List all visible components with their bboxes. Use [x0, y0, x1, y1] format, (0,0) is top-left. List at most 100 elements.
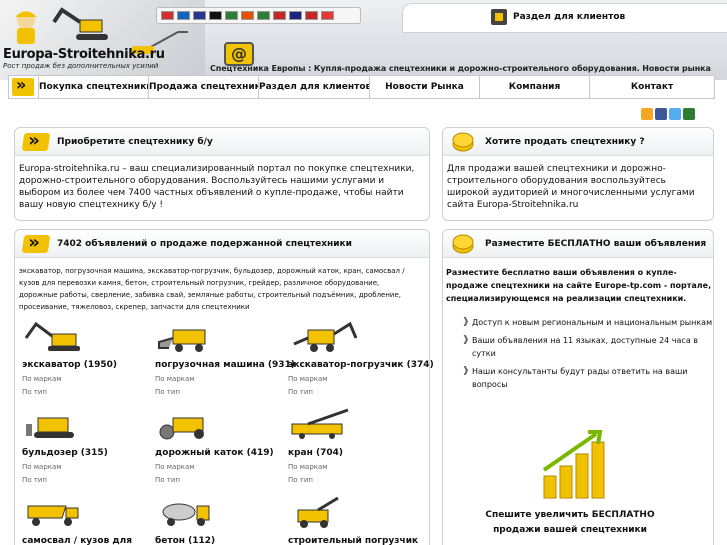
machine-card: экскаватор-погрузчик (374) По маркам По ти…: [288, 320, 434, 398]
language-flag-icon[interactable]: [305, 11, 318, 20]
client-section-tab[interactable]: Раздел для клиентов: [402, 3, 727, 33]
machine-image-icon[interactable]: [288, 496, 358, 528]
facebook-icon[interactable]: [655, 108, 667, 120]
language-flag-icon[interactable]: [289, 11, 302, 20]
machine-card: строительный погрузчик: [288, 496, 420, 545]
home-arrow-icon: [12, 75, 34, 96]
by-brand-link[interactable]: По маркам: [155, 374, 287, 385]
machine-card: самосвал / кузов для: [22, 496, 154, 545]
client-icon: [491, 9, 507, 25]
machine-image-icon[interactable]: [155, 320, 225, 352]
machine-link[interactable]: экскаватор-погрузчик (374): [288, 360, 434, 370]
by-brand-link[interactable]: По маркам: [155, 462, 287, 473]
machine-image-icon[interactable]: [22, 496, 92, 528]
machine-card: бульдозер (315) По маркам По тип: [22, 408, 154, 486]
machine-image-icon[interactable]: [288, 408, 358, 440]
sell-box-header: Хотите продать спецтехнику ?: [443, 128, 713, 156]
machine-image-icon[interactable]: [22, 320, 92, 352]
language-flag-icon[interactable]: [241, 11, 254, 20]
machine-link[interactable]: бульдозер (315): [22, 448, 154, 458]
by-type-link[interactable]: По тип: [288, 475, 420, 486]
coins-icon: [452, 234, 474, 254]
machine-image-icon[interactable]: [22, 408, 92, 440]
nav-news[interactable]: Новости Рынка: [370, 76, 480, 98]
language-flag-icon[interactable]: [273, 11, 286, 20]
buy-box-title: Приобретите спецтехнику б/у: [57, 137, 213, 147]
listings-box-header: 7402 объявлений о продаже подержанной сп…: [15, 230, 429, 258]
buy-box-header: Приобретите спецтехнику б/у: [15, 128, 429, 156]
arrow-badge-icon: [21, 235, 51, 253]
nav-buy[interactable]: Покупка спецтехники: [39, 76, 149, 98]
machine-link[interactable]: дорожный каток (419): [155, 448, 287, 458]
language-flag-icon[interactable]: [257, 11, 270, 20]
machine-link[interactable]: строительный погрузчик: [288, 536, 420, 545]
by-type-link[interactable]: По тип: [155, 387, 287, 398]
by-brand-link[interactable]: По маркам: [288, 374, 420, 385]
machine-image-icon[interactable]: [155, 408, 225, 440]
growth-chart-icon: [542, 430, 605, 499]
machine-image-icon[interactable]: [155, 496, 225, 528]
by-brand-link[interactable]: По маркам: [22, 462, 154, 473]
buy-box-text: Europa-stroitehnika.ru – ваш специализир…: [19, 164, 415, 210]
page: Europa-Stroitehnika.ru Рост продаж без д…: [0, 0, 727, 545]
worker-mascot-icon: [15, 11, 37, 44]
benefits-list: Доступ к новым региональным и национальн…: [462, 316, 714, 396]
buy-box: Приобретите спецтехнику б/у Europa-stroi…: [14, 127, 430, 221]
language-flag-icon[interactable]: [177, 11, 190, 20]
language-flag-icon[interactable]: [161, 11, 174, 20]
nav-contact[interactable]: Контакт: [590, 76, 714, 98]
logo-slogan: Рост продаж без дополнительных усилий: [3, 62, 159, 70]
sell-box-title: Хотите продать спецтехнику ?: [485, 137, 645, 147]
by-brand-link[interactable]: По маркам: [22, 374, 154, 385]
sell-box-text: Для продажи вашей спецтехники и дорожно-…: [447, 164, 695, 210]
machine-card: кран (704) По маркам По тип: [288, 408, 420, 486]
excavator-logo-icon: [52, 7, 108, 40]
language-flag-icon[interactable]: [209, 11, 222, 20]
machine-card: дорожный каток (419) По маркам По тип: [155, 408, 287, 486]
listings-box-title: 7402 объявлений о продаже подержанной сп…: [57, 239, 352, 249]
coins-icon: [452, 132, 474, 152]
language-flag-icon[interactable]: [225, 11, 238, 20]
social-links: [641, 108, 695, 120]
machine-image-icon[interactable]: [288, 320, 358, 352]
site-logo[interactable]: Europa-Stroitehnika.ru Рост продаж без д…: [3, 47, 165, 70]
by-type-link[interactable]: По тип: [155, 475, 287, 486]
machine-link[interactable]: самосвал / кузов для: [22, 536, 154, 545]
by-type-link[interactable]: По тип: [22, 387, 154, 398]
language-flag-icon[interactable]: [193, 11, 206, 20]
language-flag-icon[interactable]: [321, 11, 334, 20]
benefit-item: Доступ к новым региональным и национальн…: [462, 316, 714, 329]
twitter-icon[interactable]: [669, 108, 681, 120]
home-button[interactable]: [9, 75, 39, 98]
machine-link[interactable]: погрузочная машина (931): [155, 360, 295, 370]
post-box-intro: Разместите бесплатно ваши объявления о к…: [446, 268, 712, 303]
post-box-title: Разместите БЕСПЛАТНО ваши объявления: [485, 239, 707, 249]
machine-card: погрузочная машина (931) По маркам По тип: [155, 320, 295, 398]
bookmark-icon[interactable]: [641, 108, 653, 120]
main-nav: Покупка спецтехники Продажа спецтехники …: [8, 75, 715, 99]
by-type-link[interactable]: По тип: [22, 475, 154, 486]
machine-link[interactable]: кран (704): [288, 448, 420, 458]
logo-name: Europa-Stroitehnika.ru: [3, 47, 165, 62]
nav-company[interactable]: Компания: [480, 76, 590, 98]
sell-box: Хотите продать спецтехнику ? Для продажи…: [442, 127, 714, 221]
cta-text[interactable]: Спешите увеличить БЕСПЛАТНО продажи ваше…: [470, 508, 670, 538]
header-tagline: Спецтехника Европы : Купля-продажа спецт…: [210, 64, 711, 73]
machine-link[interactable]: экскаватор (1950): [22, 360, 154, 370]
machine-card: экскаватор (1950) По маркам По тип: [22, 320, 154, 398]
share-icon[interactable]: [683, 108, 695, 120]
nav-sell[interactable]: Продажа спецтехники: [149, 76, 259, 98]
arrow-badge-icon: [21, 133, 51, 151]
client-section-label: Раздел для клиентов: [513, 12, 626, 22]
post-box-header: Разместите БЕСПЛАТНО ваши объявления: [443, 230, 713, 258]
machine-link[interactable]: бетон (112): [155, 536, 287, 545]
language-flags: [156, 7, 361, 24]
by-brand-link[interactable]: По маркам: [288, 462, 420, 473]
benefit-item: Наши консультанты будут рады ответить на…: [462, 365, 714, 391]
benefit-item: Ваши объявления на 11 языках, доступные …: [462, 334, 714, 360]
nav-clients[interactable]: Раздел для клиентов: [259, 76, 370, 98]
categories-text: экскаватор, погрузочная машина, экскават…: [19, 267, 405, 311]
by-type-link[interactable]: По тип: [288, 387, 420, 398]
machine-card: бетон (112): [155, 496, 287, 545]
email-at-icon[interactable]: @: [224, 42, 254, 66]
